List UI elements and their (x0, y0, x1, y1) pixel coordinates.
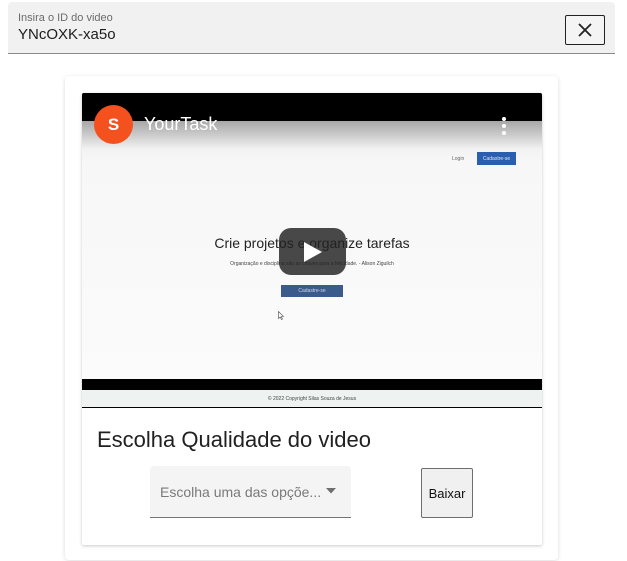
quality-select-placeholder: Escolha uma das opçõe... (160, 484, 322, 500)
preview-footer: © 2022 Copyright Silas Souza de Jesus (82, 390, 542, 407)
play-button[interactable] (279, 228, 346, 275)
play-icon (303, 241, 322, 262)
video-player[interactable]: Login Cadastre-se Crie projetos e organi… (82, 93, 542, 408)
chevron-down-icon (326, 488, 336, 494)
preview-login-link: Login (452, 156, 465, 162)
more-vert-icon[interactable] (500, 117, 508, 137)
video-title[interactable]: YourTask (144, 114, 217, 135)
channel-avatar[interactable]: S (94, 105, 133, 144)
download-button[interactable]: Baixar (421, 468, 473, 518)
quality-heading: Escolha Qualidade do video (97, 427, 371, 452)
video-card: Login Cadastre-se Crie projetos e organi… (82, 93, 542, 545)
video-id-label: Insira o ID do video (18, 12, 113, 24)
result-card: Login Cadastre-se Crie projetos e organi… (65, 76, 558, 560)
close-icon (578, 23, 592, 37)
video-id-input[interactable]: YNcOXK-xa5o (18, 26, 116, 43)
video-id-field[interactable]: Insira o ID do video YNcOXK-xa5o (8, 2, 615, 54)
clear-button[interactable] (565, 15, 605, 45)
preview-signup-button: Cadastre-se (477, 152, 516, 165)
cursor-icon (278, 311, 284, 320)
quality-select[interactable]: Escolha uma das opçõe... (150, 466, 351, 518)
preview-cta-button: Cadastre-se (281, 285, 343, 297)
